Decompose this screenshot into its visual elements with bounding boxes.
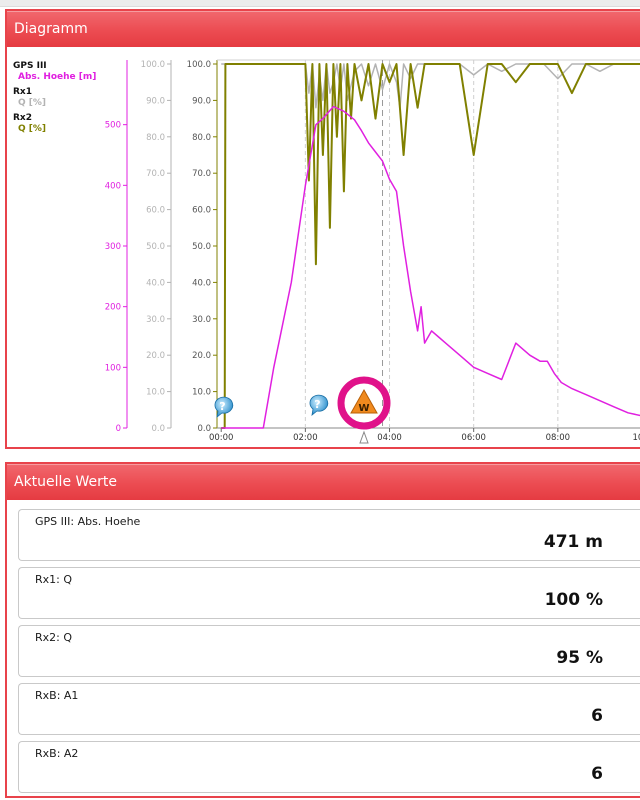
value-card-rxb-a2: RxB: A2 6 xyxy=(18,741,640,793)
x-tick-label: 10:0 xyxy=(632,433,640,443)
x-tick-label: 02:00 xyxy=(293,433,318,443)
x-tick-label: 04:00 xyxy=(377,433,402,443)
series-line-altitude xyxy=(221,105,640,429)
cursor-handle-icon[interactable] xyxy=(359,430,369,444)
y-tick-label: 80.0 xyxy=(146,133,165,143)
y-tick-label: 0 xyxy=(116,424,121,434)
svg-text:?: ? xyxy=(219,400,225,413)
y-tick-label: 90.0 xyxy=(146,96,165,106)
window-top-strip xyxy=(0,0,640,7)
y-tick-label: 70.0 xyxy=(192,169,211,179)
value-reading: 471 m xyxy=(543,532,603,552)
series-line-rx1-q xyxy=(221,63,640,109)
value-card-gps-altitude: GPS III: Abs. Hoehe 471 m xyxy=(18,509,640,561)
value-reading: 100 % xyxy=(544,590,603,610)
value-label: Rx1: Q xyxy=(35,573,73,586)
y-tick-label: 100 xyxy=(105,363,121,373)
value-card-rx1-q: Rx1: Q 100 % xyxy=(18,567,640,619)
y-tick-label: 500 xyxy=(105,121,121,131)
y-tick-label: 300 xyxy=(105,242,121,252)
y-tick-label: 10.0 xyxy=(192,388,211,398)
x-tick-label: 00:00 xyxy=(209,433,234,443)
y-tick-label: 40.0 xyxy=(146,278,165,288)
warning-marker[interactable]: W xyxy=(337,376,391,430)
series-line-rx2-q xyxy=(221,63,640,429)
y-tick-label: 30.0 xyxy=(146,315,165,325)
value-label: GPS III: Abs. Hoehe xyxy=(35,515,141,528)
y-tick-label: 200 xyxy=(105,303,121,313)
y-tick-label: 80.0 xyxy=(192,133,211,143)
value-label: RxB: A2 xyxy=(35,747,79,760)
value-card-rxb-a1: RxB: A1 6 xyxy=(18,683,640,735)
y-tick-label: 20.0 xyxy=(192,351,211,361)
value-card-rx2-q: Rx2: Q 95 % xyxy=(18,625,640,677)
value-label: Rx2: Q xyxy=(35,631,73,644)
y-tick-label: 90.0 xyxy=(192,96,211,106)
y-tick-label: 50.0 xyxy=(146,242,165,252)
y-tick-label: 10.0 xyxy=(146,388,165,398)
y-tick-label: 400 xyxy=(105,181,121,191)
y-tick-label: 30.0 xyxy=(192,315,211,325)
y-tick-label: 0.0 xyxy=(151,424,165,434)
value-reading: 6 xyxy=(591,706,603,726)
diagram-header: Diagramm xyxy=(7,11,640,47)
value-reading: 6 xyxy=(591,764,603,784)
x-tick-label: 08:00 xyxy=(546,433,571,443)
y-tick-label: 100.0 xyxy=(141,60,165,70)
y-tick-label: 60.0 xyxy=(192,206,211,216)
y-tick-label: 100.0 xyxy=(187,60,211,70)
telemetry-chart[interactable]: 0 100 200 300 400 500 0.0 10.0 20.0 30.0 40.0 50.0 6… xyxy=(7,47,640,449)
value-label: RxB: A1 xyxy=(35,689,79,702)
current-values-header: Aktuelle Werte xyxy=(7,464,640,500)
y-tick-label: 60.0 xyxy=(146,206,165,216)
current-values-panel: Aktuelle Werte GPS III: Abs. Hoehe 471 m… xyxy=(5,462,640,798)
diagram-panel: Diagramm GPS III Abs. Hoehe [m] Rx1 Q [%… xyxy=(5,9,640,449)
x-tick-label: 06:00 xyxy=(461,433,486,443)
y-tick-label: 70.0 xyxy=(146,169,165,179)
y-tick-label: 40.0 xyxy=(192,278,211,288)
warning-label: W xyxy=(358,403,369,414)
value-reading: 95 % xyxy=(556,648,603,668)
question-bubble-icon[interactable]: ? xyxy=(309,394,329,416)
y-tick-label: 50.0 xyxy=(192,242,211,252)
svg-text:?: ? xyxy=(314,398,320,411)
y-tick-label: 20.0 xyxy=(146,351,165,361)
